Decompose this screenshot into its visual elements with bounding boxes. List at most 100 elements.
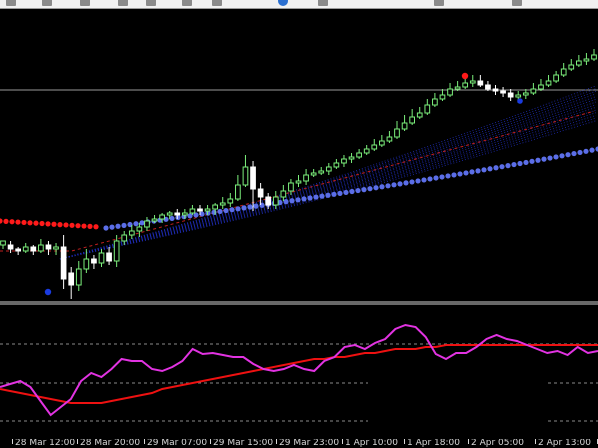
trend-dot-blue: [313, 194, 319, 200]
candle-body: [371, 144, 378, 150]
time-tick: [276, 439, 277, 444]
candle-body: [60, 246, 67, 280]
trend-dot-blue: [115, 223, 121, 229]
trend-dot-blue: [397, 181, 403, 187]
time-label: 1 Apr 18:00: [407, 439, 460, 448]
trend-dot-blue: [547, 155, 553, 161]
toolbar-icon[interactable]: [212, 0, 222, 6]
buy-signal-dot[interactable]: [517, 98, 523, 104]
candle-body: [219, 202, 226, 206]
buy-signal-dot[interactable]: [44, 288, 52, 296]
trend-dot-blue: [433, 175, 439, 181]
candle-body: [280, 190, 287, 198]
trend-dot-blue: [421, 177, 427, 183]
candle-body: [522, 92, 529, 96]
candle-body: [416, 112, 423, 118]
candle-body: [250, 166, 256, 190]
trend-dot-blue: [439, 174, 445, 180]
trend-dot-blue: [343, 189, 349, 196]
trend-dot-blue: [367, 186, 373, 192]
candle-body: [30, 246, 37, 252]
toolbar-icon[interactable]: [434, 0, 444, 6]
candle-body: [469, 80, 476, 84]
trend-dot-blue: [217, 208, 223, 215]
candle-body: [507, 92, 514, 98]
trend-dot-blue: [517, 160, 523, 167]
toolbar-icon[interactable]: [512, 0, 522, 6]
toolbar-icon[interactable]: [80, 0, 90, 6]
candle-body: [348, 156, 355, 160]
time-label: 29 Mar 15:00: [213, 439, 274, 448]
candle-body: [136, 226, 143, 232]
candle-body: [477, 80, 484, 86]
toolbar-icon[interactable]: [6, 0, 16, 6]
candle-body: [447, 88, 453, 96]
trend-dot-red: [21, 219, 27, 226]
trend-dot-blue: [385, 183, 391, 189]
toolbar-icon[interactable]: [318, 0, 328, 6]
trend-dot-blue: [355, 187, 361, 194]
time-tick: [77, 439, 78, 444]
toolbar-icon[interactable]: [146, 0, 156, 6]
candle-body: [159, 214, 165, 220]
candle-body: [386, 136, 393, 142]
trend-dot-red: [3, 218, 9, 224]
trend-dot-red: [93, 224, 99, 230]
time-label: 29 Mar 07:00: [147, 439, 208, 448]
time-label: 2 Apr 05:00: [471, 439, 524, 448]
candle-body: [265, 196, 272, 206]
candle-body: [394, 128, 400, 138]
candle-body: [204, 208, 211, 212]
trend-dot-blue: [571, 150, 577, 157]
candle-body: [38, 244, 44, 252]
trend-dot-blue: [505, 163, 511, 169]
sell-signal-dot[interactable]: [461, 72, 469, 80]
trend-dot-blue: [319, 193, 325, 199]
trend-dot-blue: [475, 168, 481, 174]
candle-body: [378, 140, 385, 146]
trend-dot-blue: [391, 182, 397, 188]
candle-body: [341, 158, 347, 164]
toolbar-icon[interactable]: [118, 0, 128, 6]
trend-dot-blue: [325, 192, 331, 198]
trend-dot-blue: [283, 199, 289, 205]
trend-dot-blue: [223, 207, 229, 214]
candle-body: [242, 166, 249, 186]
price-chart[interactable]: [0, 9, 598, 439]
trend-dot-red: [69, 222, 75, 228]
candle-body: [454, 86, 461, 90]
toolbar-icon[interactable]: [182, 0, 192, 6]
trend-dot-red: [81, 223, 87, 229]
trend-dot-blue: [289, 198, 295, 204]
trend-dot-blue: [175, 214, 181, 221]
candle-body: [409, 116, 416, 124]
trend-dot-blue: [565, 152, 571, 158]
time-axis: 28 Mar 12:00 28 Mar 20:00 29 Mar 07:00 29 M…: [0, 439, 598, 448]
candle-body: [492, 88, 499, 92]
time-tick: [535, 439, 536, 444]
candle-body: [545, 80, 552, 86]
candle-body: [568, 64, 575, 70]
trend-dot-blue: [529, 158, 535, 164]
trend-dot-blue: [409, 179, 415, 185]
candle-body: [144, 220, 150, 228]
trend-dot-blue: [451, 172, 457, 178]
candle-body: [98, 252, 105, 264]
trend-dot-blue: [301, 196, 307, 202]
time-label: 29 Mar 23:00: [279, 439, 340, 448]
candle-body: [325, 166, 332, 172]
candle-body: [363, 148, 370, 154]
candle-body: [560, 68, 567, 76]
chart-area: 28 Mar 12:00 28 Mar 20:00 29 Mar 07:00 29 M…: [0, 9, 598, 448]
candle-body: [257, 188, 264, 198]
trend-dot-blue: [487, 166, 493, 172]
candle-body: [310, 172, 317, 176]
globe-icon[interactable]: [278, 0, 288, 6]
trend-dot-blue: [445, 173, 451, 179]
trend-dot-blue: [541, 156, 547, 162]
candle-body: [45, 244, 52, 250]
trend-dot-blue: [373, 185, 379, 191]
time-label: 2 Apr 13:00: [538, 439, 591, 448]
toolbar-icon[interactable]: [42, 0, 52, 6]
time-label: 28 Mar 20:00: [80, 439, 141, 448]
